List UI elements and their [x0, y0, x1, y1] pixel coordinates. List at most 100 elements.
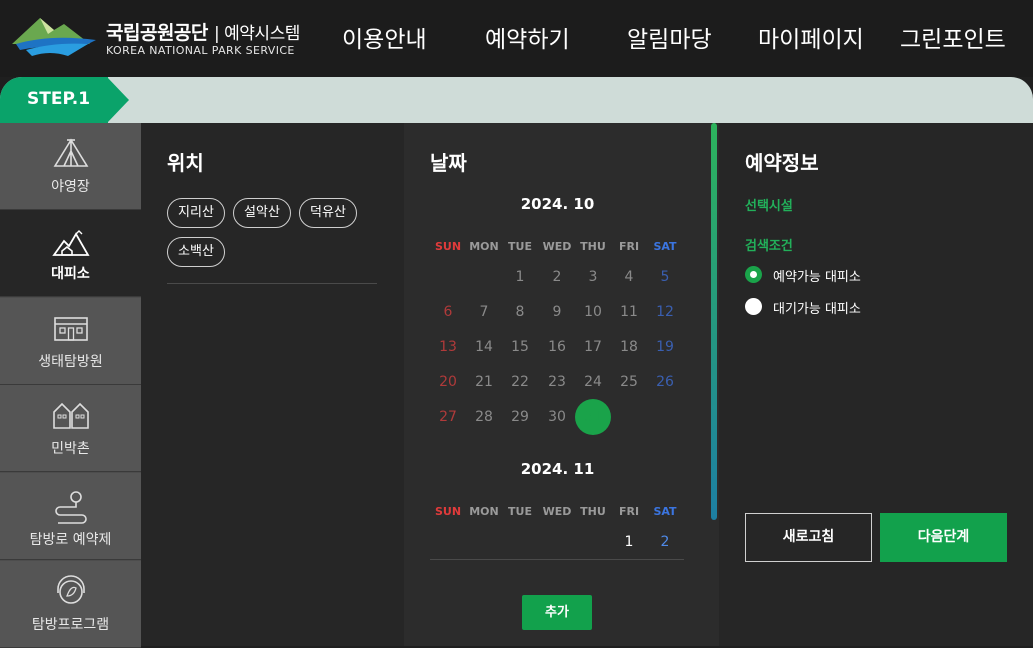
calendar-day[interactable]: 19 [647, 329, 683, 365]
weekday-header: SAT [653, 240, 677, 253]
location-chip-sobaeksan[interactable]: 소백산 [167, 237, 225, 267]
calendar-month-title: 2024. 11 [520, 460, 595, 478]
add-date-button[interactable]: 추가 [522, 595, 592, 630]
calendar-day[interactable]: 29 [502, 399, 538, 435]
calendar-day[interactable]: 3 [575, 259, 611, 295]
date-panel: 날짜 2024. 10 SUN MON TUE WED THU FRI SAT 1 2 3 4 5 6 7 8… [404, 123, 719, 646]
logo-org-name: 국립공원공단 [106, 22, 208, 44]
selected-facility-label: 선택시설 [745, 199, 793, 214]
calendar-day[interactable]: 14 [466, 329, 502, 365]
calendar-day[interactable]: 20 [430, 364, 466, 400]
calendar-day[interactable]: 27 [430, 399, 466, 435]
sidebar-item-label: 민박촌 [51, 441, 90, 457]
step-label: STEP.1 [27, 89, 91, 109]
calendar-month-title: 2024. 10 [520, 195, 595, 213]
weekday-header: FRI [618, 240, 640, 253]
calendar-day[interactable]: 26 [647, 364, 683, 400]
calendar-day[interactable]: 17 [575, 329, 611, 365]
calendar-day[interactable]: 12 [647, 294, 683, 330]
calendar-day[interactable]: 9 [539, 294, 575, 330]
houses-icon [52, 399, 90, 435]
calendar-day[interactable]: 4 [611, 259, 647, 295]
headset-leaf-icon [52, 575, 90, 613]
sidebar-item-trail-reservation[interactable]: 탐방로 예약제 [0, 473, 141, 560]
location-chip-seoraksan[interactable]: 설악산 [233, 198, 291, 228]
location-chip-jirisan[interactable]: 지리산 [167, 198, 225, 228]
divider [167, 283, 377, 284]
sidebar-item-shelter[interactable]: 대피소 [0, 210, 141, 297]
weekday-header: SUN [434, 505, 462, 518]
radio-waitlist-shelter[interactable] [745, 298, 762, 315]
calendar-day[interactable]: 31 [575, 399, 611, 435]
sidebar-item-label: 대피소 [51, 266, 90, 282]
sidebar-item-label: 탐방프로그램 [31, 617, 110, 633]
calendar-day[interactable]: 5 [647, 259, 683, 295]
calendar-day[interactable]: 23 [539, 364, 575, 400]
weekday-header: THU [580, 240, 606, 253]
calendar-day[interactable]: 1 [611, 524, 647, 560]
search-condition-label: 검색조건 [745, 239, 793, 254]
location-title: 위치 [167, 151, 204, 175]
calendar-day[interactable]: 6 [430, 294, 466, 330]
nav-green-point[interactable]: 그린포인트 [900, 20, 1006, 54]
site-logo[interactable]: 국립공원공단 | 예약시스템 KOREA NATIONAL PARK SERVI… [10, 14, 300, 62]
calendar-day[interactable]: 24 [575, 364, 611, 400]
nav-my-page[interactable]: 마이페이지 [758, 20, 864, 54]
calendar-day[interactable]: 7 [466, 294, 502, 330]
sidebar-item-trail-program[interactable]: 탐방프로그램 [0, 561, 141, 648]
sidebar-item-eco-center[interactable]: 생태탐방원 [0, 298, 141, 385]
weekday-header: SUN [434, 240, 462, 253]
calendar-day[interactable]: 22 [502, 364, 538, 400]
step-tab: STEP.1 [0, 77, 108, 123]
logo-korean-text: 국립공원공단 | 예약시스템 [106, 22, 300, 44]
calendar-day[interactable]: 30 [539, 399, 575, 435]
calendar-day[interactable]: 10 [575, 294, 611, 330]
calendar-day[interactable]: 8 [502, 294, 538, 330]
reservation-info-title: 예약정보 [745, 151, 819, 175]
weekday-header: TUE [508, 505, 532, 518]
logo-system-name: 예약시스템 [224, 24, 300, 44]
trail-pin-icon [52, 489, 90, 529]
mountain-shelter-icon [51, 226, 90, 262]
tent-icon [52, 137, 90, 173]
sidebar-item-campground[interactable]: 야영장 [0, 123, 141, 210]
location-chip-deogyusan[interactable]: 덕유산 [299, 198, 357, 228]
sidebar-item-label: 야영장 [51, 179, 90, 195]
radio-available-shelter[interactable] [745, 266, 762, 283]
calendar-day[interactable]: 18 [611, 329, 647, 365]
calendar-day[interactable]: 15 [502, 329, 538, 365]
nav-reservation[interactable]: 예약하기 [485, 20, 570, 54]
weekday-header: FRI [618, 505, 640, 518]
nav-notice-board[interactable]: 알림마당 [627, 20, 712, 54]
sidebar-item-label: 생태탐방원 [38, 354, 103, 370]
calendar-day[interactable]: 1 [502, 259, 538, 295]
nav-usage-guide[interactable]: 이용안내 [342, 20, 427, 54]
calendar-day[interactable]: 16 [539, 329, 575, 365]
weekday-header: SAT [653, 505, 677, 518]
weekday-header: WED [542, 240, 572, 253]
building-icon [52, 312, 90, 348]
sidebar-item-label: 탐방로 예약제 [29, 532, 112, 548]
calendar-day[interactable]: 2 [647, 524, 683, 560]
weekday-header: THU [580, 505, 606, 518]
reservation-info-panel: 예약정보 선택시설 검색조건 예약가능 대피소 대기가능 대피소 새로고침 다음… [719, 123, 1033, 646]
calendar-day[interactable]: 2 [539, 259, 575, 295]
logo-english-text: KOREA NATIONAL PARK SERVICE [106, 44, 295, 57]
calendar-day[interactable]: 11 [611, 294, 647, 330]
calendar-day[interactable]: 28 [466, 399, 502, 435]
next-step-button[interactable]: 다음단계 [880, 513, 1007, 562]
refresh-button[interactable]: 새로고침 [745, 513, 872, 562]
facility-sidebar: 야영장 대피소 생태탐방원 민박촌 탐방로 예약제 탐방프로그램 [0, 123, 141, 648]
calendar-day[interactable]: 21 [466, 364, 502, 400]
calendar-day[interactable]: 25 [611, 364, 647, 400]
calendar-scrollbar[interactable] [711, 123, 717, 520]
calendar-day[interactable]: 13 [430, 329, 466, 365]
top-header: 국립공원공단 | 예약시스템 KOREA NATIONAL PARK SERVI… [0, 0, 1033, 77]
mountain-logo-icon [12, 18, 96, 56]
radio-waitlist-shelter-label[interactable]: 대기가능 대피소 [773, 298, 861, 317]
date-title: 날짜 [430, 151, 467, 175]
sidebar-item-minbak-village[interactable]: 민박촌 [0, 385, 141, 472]
weekday-header: WED [542, 505, 572, 518]
step-bar: STEP.1 [0, 77, 1033, 123]
radio-available-shelter-label[interactable]: 예약가능 대피소 [773, 266, 861, 285]
